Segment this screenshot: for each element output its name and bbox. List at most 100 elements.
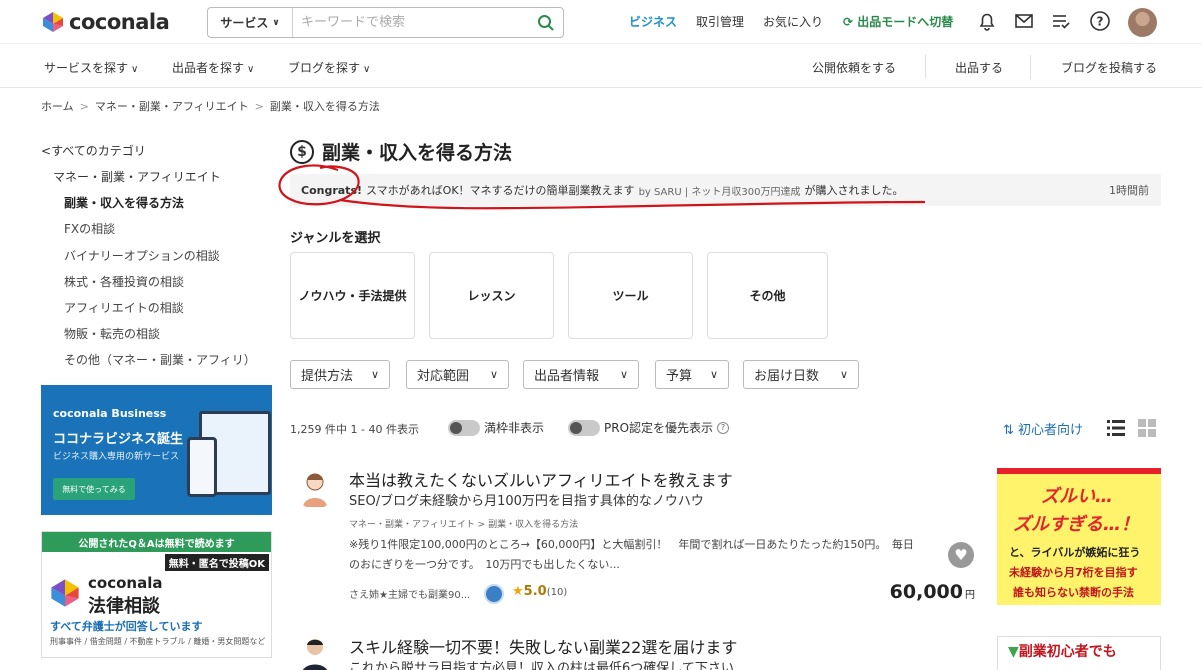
listing-card[interactable]: スキル経験一切不要！失敗しない副業22選を届けます これから脱サラ目指す方必見！… — [290, 628, 1161, 670]
search-category-select[interactable]: サービス ∨ — [208, 8, 293, 37]
chevron-down-icon: ∨ — [709, 368, 718, 381]
toggle-switch[interactable] — [568, 419, 600, 436]
purchase-notification: Congrats! スマホがあればOK！マネするだけの簡単副業教えます by S… — [290, 174, 1161, 206]
dollar-icon: $ — [290, 139, 314, 164]
help-icon: ? — [1090, 11, 1110, 31]
listing-thumbnail[interactable]: ズルい… ズルすぎる…！ と、ライバルが嫉妬に狂う 未経験から月7桁を目指す 誰… — [997, 468, 1161, 605]
sidebar-item-side-income[interactable]: 副業・収入を得る方法 — [64, 194, 184, 211]
sort-selector[interactable]: ⇅ 初心者向け — [1003, 419, 1083, 438]
toggle-hide-full[interactable]: 満枠非表示 — [448, 419, 544, 436]
toggle-pro-label: PRO認定を優先表示 — [604, 421, 714, 435]
chevron-down-icon: ∨ — [839, 368, 848, 381]
genre-other[interactable]: その他 — [707, 252, 828, 339]
review-count: (10) — [546, 587, 568, 598]
grid-view-icon[interactable] — [1137, 418, 1157, 438]
nav-favorites[interactable]: お気に入り — [763, 13, 823, 30]
coconala-logo-icon — [51, 579, 79, 607]
thumbnail-line: 未経験から月7桁を目指す — [1009, 566, 1138, 579]
sidebar-all-categories-label: すべてのカテゴリ — [51, 144, 146, 158]
subnav-find-blogs[interactable]: ブログを探す ∨ — [288, 59, 370, 76]
nav-transactions[interactable]: 取引管理 — [696, 13, 744, 30]
filter-label: 対応範囲 — [417, 369, 470, 384]
congrats-seller[interactable]: by SARU | ネット月収300万円達成 — [639, 183, 801, 198]
seller-avatar[interactable] — [294, 467, 336, 509]
filter-coverage[interactable]: 対応範囲 ∨ — [406, 360, 509, 389]
star-icon: ★ — [512, 584, 524, 599]
toggle-pro-priority[interactable]: PRO認定を優先表示 ? — [568, 419, 730, 436]
thumbnail-line: ズルい… — [1041, 486, 1113, 507]
notification-button[interactable] — [975, 9, 999, 33]
subnav-post-blog[interactable]: ブログを投稿する — [1061, 59, 1157, 76]
sidebar-item-resale[interactable]: 物販・転売の相談 — [64, 325, 160, 342]
listing-card[interactable]: 本当は教えたくないズルいアフィリエイトを教えます SEO/ブログ未経験から月10… — [290, 463, 1161, 609]
listing-title[interactable]: 本当は教えたくないズルいアフィリエイトを教えます — [349, 467, 733, 491]
price-value: 60,000 — [889, 581, 963, 603]
user-avatar[interactable] — [1128, 8, 1157, 37]
genre-lesson[interactable]: レッスン — [429, 252, 554, 339]
sidebar-item-affiliate[interactable]: アフィリエイトの相談 — [64, 299, 184, 316]
sidebar-all-categories[interactable]: <すべてのカテゴリ — [41, 142, 276, 159]
banner-legal-footer: 刑事事件 / 借金問題 / 不動産トラブル / 離婚・男女問題など — [50, 637, 266, 646]
subnav-sell[interactable]: 出品する — [955, 59, 1003, 76]
todo-button[interactable] — [1049, 9, 1073, 33]
help-icon[interactable]: ? — [717, 421, 730, 434]
favorite-button[interactable]: ♥ — [948, 542, 974, 568]
page-title-text: 副業・収入を得る方法 — [322, 142, 513, 164]
subnav-find-sellers[interactable]: 出品者を探す ∨ — [172, 59, 254, 76]
banner-business-button[interactable]: 無料で使ってみる — [53, 478, 135, 500]
congrats-service-link[interactable]: スマホがあればOK！マネするだけの簡単副業教えます — [366, 182, 635, 198]
sidebar-item-stocks[interactable]: 株式・各種投資の相談 — [64, 273, 184, 290]
chevron-down-icon: ∨ — [489, 368, 498, 381]
chevron-down-icon: ∨ — [363, 64, 371, 75]
messages-button[interactable] — [1012, 9, 1036, 33]
breadcrumb-home[interactable]: ホーム — [41, 100, 74, 113]
banner-business-subtitle: ビジネス購入専用の新サービス — [53, 452, 180, 462]
search-icon — [538, 14, 554, 31]
chevron-left-icon: < — [41, 144, 52, 158]
logo[interactable]: coconala — [42, 10, 170, 34]
breadcrumb: ホーム > マネー・副業・アフィリエイト > 副業・収入を得る方法 — [41, 98, 380, 114]
listing-seller-name[interactable]: さえ姉★主婦でも副業90... — [349, 586, 470, 601]
divider — [925, 55, 926, 79]
sidebar-item-binary-options[interactable]: バイナリーオプションの相談 — [64, 247, 220, 264]
search-input[interactable] — [293, 8, 529, 37]
banner-business-title: ココナラビジネス誕生 — [53, 432, 184, 447]
heart-icon: ♥ — [954, 546, 968, 564]
thumbnail-stripe — [997, 468, 1161, 474]
list-view-icon[interactable] — [1106, 418, 1126, 438]
nav-mode-switch[interactable]: ⟳ 出品モードへ切替 — [843, 13, 953, 30]
breadcrumb-separator: > — [254, 100, 264, 113]
listing-rating: ★5.0(10) — [512, 584, 567, 599]
subnav-post-request[interactable]: 公開依頼をする — [812, 59, 896, 76]
listing-title[interactable]: スキル経験一切不要！失敗しない副業22選を届けます — [349, 634, 737, 658]
filter-label: 提供方法 — [301, 369, 354, 384]
listing-thumbnail[interactable]: ▼副業初心者でも — [997, 636, 1161, 670]
help-button[interactable]: ? — [1088, 9, 1112, 33]
search-category-label: サービス — [220, 16, 269, 30]
filter-delivery-method[interactable]: 提供方法 ∨ — [290, 360, 390, 389]
toggle-switch[interactable] — [448, 419, 480, 436]
filter-seller-info[interactable]: 出品者情報 ∨ — [523, 360, 639, 389]
price-unit: 円 — [965, 590, 975, 601]
subnav-find-services[interactable]: サービスを探す ∨ — [44, 59, 138, 76]
checklist-icon — [1053, 15, 1070, 29]
business-banner[interactable]: coconala Business ココナラビジネス誕生 ビジネス購入専用の新サ… — [41, 385, 272, 515]
sidebar-item-fx[interactable]: FXの相談 — [64, 220, 115, 237]
nav-business[interactable]: ビジネス — [629, 13, 677, 30]
beginner-mark-icon: ▼ — [1008, 644, 1019, 660]
sidebar-parent-category[interactable]: マネー・副業・アフィリエイト — [53, 168, 221, 185]
filter-delivery-days[interactable]: お届け日数 ∨ — [743, 360, 859, 389]
sidebar-item-other[interactable]: その他（マネー・副業・アフィリ） — [64, 351, 256, 368]
listing-category: マネー・副業・アフィリエイト > 副業・収入を得る方法 — [349, 520, 579, 530]
genre-knowhow[interactable]: ノウハウ・手法提供 — [290, 252, 415, 339]
coconala-logo-icon — [43, 12, 63, 32]
genre-tool[interactable]: ツール — [568, 252, 693, 339]
breadcrumb-category[interactable]: マネー・副業・アフィリエイト — [95, 100, 249, 113]
sort-label: 初心者向け — [1018, 423, 1084, 438]
page-title: $ 副業・収入を得る方法 — [290, 138, 512, 165]
filter-budget[interactable]: 予算 ∨ — [655, 360, 729, 389]
search-button[interactable] — [529, 8, 563, 37]
sub-navigation: サービスを探す ∨ 出品者を探す ∨ ブログを探す ∨ 公開依頼をする 出品する ブロ… — [0, 44, 1202, 88]
legal-consult-banner[interactable]: 公開されたQ＆Aは無料で読めます 無料・匿名で投稿OK coconala 法律相… — [41, 531, 272, 658]
seller-avatar[interactable] — [294, 633, 336, 670]
